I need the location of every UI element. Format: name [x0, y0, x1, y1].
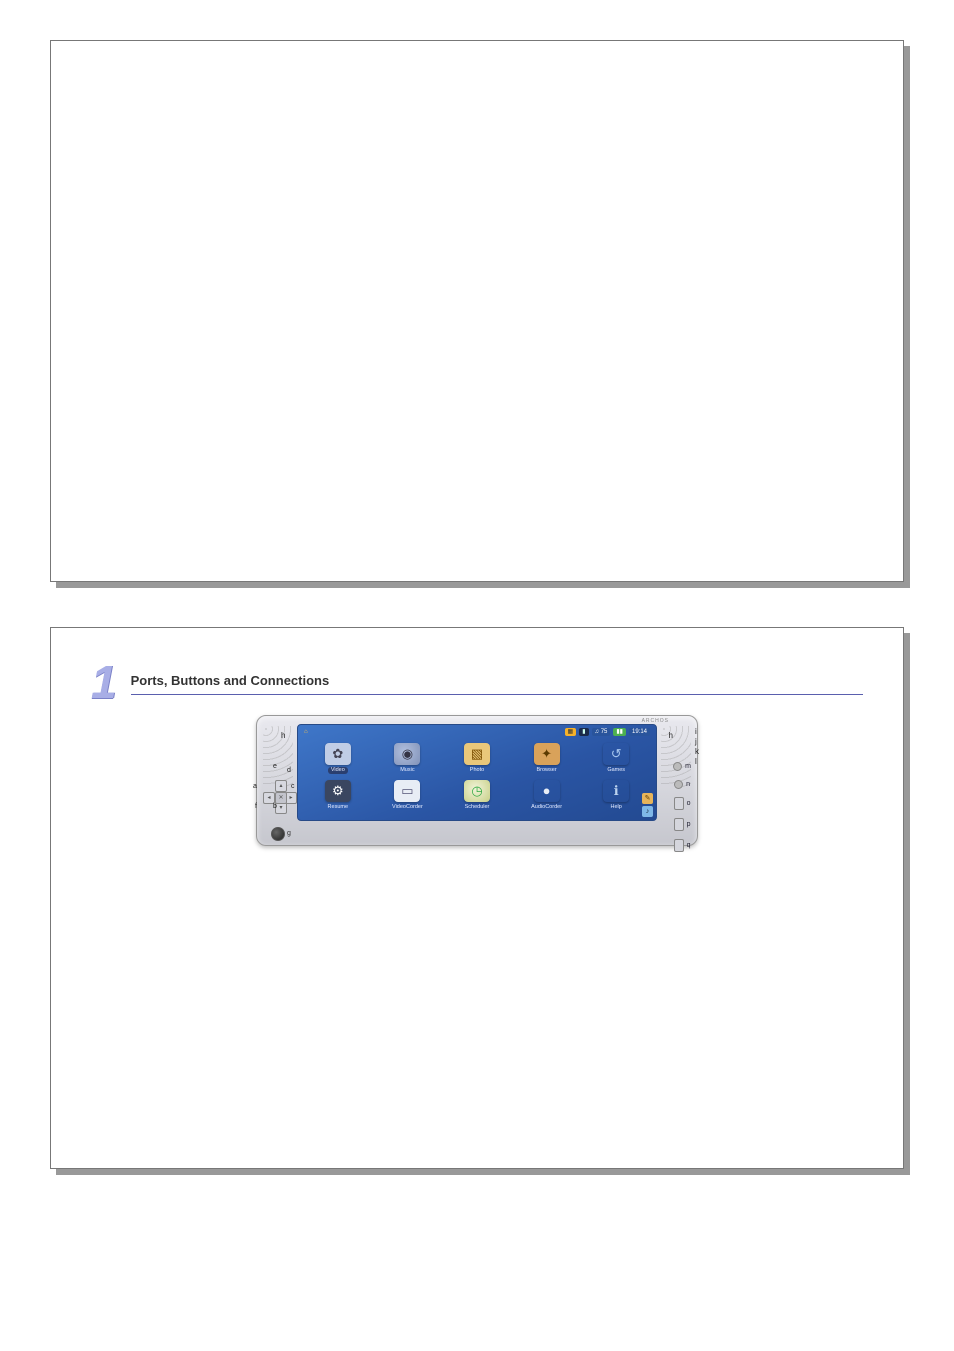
video-label: Video — [328, 767, 348, 775]
dpad-center[interactable]: ✕ — [275, 792, 287, 804]
music-label: Music — [400, 767, 414, 775]
chapter-number: 1 — [91, 664, 121, 701]
context-icons: ✎ ♪ — [642, 793, 653, 817]
videocorder-label: VideoCorder — [392, 804, 423, 812]
photo-icon: ▧ — [464, 743, 490, 765]
callout-k: k — [695, 748, 699, 756]
scheduler-icon: ◷ — [464, 780, 490, 802]
music-icon: ◉ — [394, 743, 420, 765]
status-pill-2: ▮ — [579, 728, 588, 736]
device-illustration: ARCHOS h h i j k l ▴ ▾ ◂ ▸ ✕ e d a c b f — [256, 715, 698, 846]
context-icon-2[interactable]: ♪ — [642, 806, 653, 817]
side-button-5[interactable] — [674, 839, 684, 852]
app-video[interactable]: ✿ Video — [308, 743, 368, 775]
app-grid: ✿ Video ◉ Music ▧ Photo ✦ Browser ↺ Games ⚙ Resume ▭… — [308, 743, 646, 812]
side-button-4[interactable] — [674, 818, 684, 831]
clock-readout: 19:14 — [629, 728, 650, 736]
headphone-icon: ♫ 75 — [592, 728, 611, 736]
callout-l: l — [695, 758, 699, 766]
app-scheduler[interactable]: ◷ Scheduler — [447, 780, 507, 812]
games-icon: ↺ — [603, 743, 629, 765]
chapter-heading: 1 Ports, Buttons and Connections — [91, 664, 863, 701]
audiocorder-label: AudioCorder — [531, 804, 562, 812]
dpad: ▴ ▾ ◂ ▸ ✕ — [263, 780, 297, 814]
scheduler-label: Scheduler — [465, 804, 490, 812]
app-music[interactable]: ◉ Music — [378, 743, 438, 775]
manual-page-2: 1 Ports, Buttons and Connections ARCHOS … — [50, 627, 904, 1169]
right-callout-stack: i j k l — [695, 728, 699, 766]
app-photo[interactable]: ▧ Photo — [447, 743, 507, 775]
side-buttons: m n o p q — [673, 762, 691, 853]
callout-h-left: h — [281, 730, 285, 741]
device-screen: ⌂ ▦ ▮ ♫ 75 ▮▮ 19:14 ✿ Video ◉ Music ▧ Photo ✦ B… — [297, 724, 657, 821]
context-icon-1[interactable]: ✎ — [642, 793, 653, 804]
speaker-grille-left — [263, 726, 293, 788]
app-games[interactable]: ↺ Games — [586, 743, 646, 775]
photo-label: Photo — [470, 767, 484, 775]
callout-j: j — [695, 738, 699, 746]
resume-icon: ⚙ — [325, 780, 351, 802]
battery-icon: ▮▮ — [613, 728, 626, 736]
status-bar: ⌂ ▦ ▮ ♫ 75 ▮▮ 19:14 — [304, 728, 650, 736]
resume-label: Resume — [328, 804, 348, 812]
side-button-2[interactable] — [674, 780, 683, 789]
app-help[interactable]: ℹ Help — [586, 780, 646, 812]
manual-page-1 — [50, 40, 904, 582]
status-pill-1: ▦ — [565, 728, 577, 736]
help-icon: ℹ — [603, 780, 629, 802]
callout-h-right: h — [669, 730, 673, 741]
games-label: Games — [607, 767, 625, 775]
video-icon: ✿ — [325, 743, 351, 765]
app-browser[interactable]: ✦ Browser — [517, 743, 577, 775]
home-icon: ⌂ — [304, 728, 308, 736]
audiocorder-icon: ● — [534, 780, 560, 802]
chapter-title: Ports, Buttons and Connections — [131, 672, 863, 695]
dpad-left[interactable]: ◂ — [263, 792, 275, 804]
browser-icon: ✦ — [534, 743, 560, 765]
side-button-3[interactable] — [674, 797, 684, 810]
ir-sensor — [271, 827, 285, 841]
callout-g: g — [287, 829, 291, 839]
app-videocorder[interactable]: ▭ VideoCorder — [378, 780, 438, 812]
dpad-up[interactable]: ▴ — [275, 780, 287, 792]
app-audiocorder[interactable]: ● AudioCorder — [517, 780, 577, 812]
videocorder-icon: ▭ — [394, 780, 420, 802]
help-label: Help — [611, 804, 622, 812]
browser-label: Browser — [537, 767, 557, 775]
callout-i: i — [695, 728, 699, 736]
app-resume[interactable]: ⚙ Resume — [308, 780, 368, 812]
side-button-1[interactable] — [673, 762, 682, 771]
